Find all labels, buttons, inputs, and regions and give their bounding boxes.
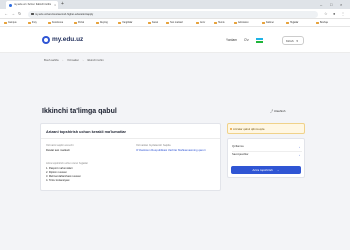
address-bar-row: ← → ↻ my.edu.uz/services/second-higher-e… — [0, 9, 350, 19]
bookmark-item[interactable]: Kanal — [148, 19, 158, 27]
card-title: Arizani topshirish uchun kerakli ma'lumo… — [46, 130, 127, 134]
bookmark-item[interactable]: Portal — [74, 19, 84, 27]
browser-tab-strip: my.edu.uz / Ariza / Ikkinchi ta'lim × + … — [0, 0, 350, 9]
bookmark-item[interactable]: Kabinet — [262, 19, 274, 27]
submit-application-button[interactable]: Ariza topshirish → — [231, 166, 301, 174]
back-icon[interactable]: ← — [4, 10, 8, 18]
bookmark-item[interactable]: Arxiv — [196, 19, 205, 27]
breadcrumb-item[interactable]: Bosh sahifa — [44, 57, 59, 63]
share-icon: ⤴ — [270, 109, 274, 113]
forward-icon[interactable]: → — [11, 10, 15, 18]
site-favicon-icon — [9, 3, 12, 7]
url-text: my.edu.uz/services/second-higher-educati… — [35, 12, 94, 16]
chevron-down-icon: ▾ — [296, 39, 298, 43]
breadcrumb-item[interactable]: Xizmatlar — [67, 57, 79, 63]
bookmark-item[interactable]: Hujjatlar — [286, 19, 298, 27]
side-divider — [232, 151, 302, 152]
bookmark-item[interactable]: Campus — [4, 19, 17, 27]
bookmark-item[interactable]: Test markazi — [166, 19, 183, 27]
share-button[interactable]: ⤴ Ulashish — [270, 108, 285, 114]
card-divider — [41, 138, 220, 139]
page-title: Ikkinchi ta'limga qabul — [42, 108, 117, 115]
status-badge: Arizalar qabul qilinmoqda — [227, 123, 305, 134]
bookmark-item[interactable]: Kutubxona — [48, 19, 63, 27]
status-text: Arizalar qabul qilinmoqda — [233, 127, 265, 131]
url-input[interactable]: my.edu.uz/services/second-higher-educati… — [28, 10, 318, 18]
chevron-right-icon: › — [299, 153, 300, 157]
info-card: Arizani topshirish uchun kerakli ma'lumo… — [40, 123, 221, 191]
requirement-item: 4. To'lov kvitansiyasi — [46, 179, 70, 182]
bookmark-item[interactable]: Ilmiy — [28, 19, 37, 27]
side-link[interactable]: Qo'llanma — [232, 145, 244, 149]
close-window-icon[interactable]: × — [340, 1, 342, 8]
requirements-title: Ariza topshirish uchun zarur hujjatlar — [46, 162, 88, 165]
breadcrumb-separator-icon: › — [82, 58, 84, 62]
field-value: Davlat test markazi — [46, 148, 70, 152]
bookmark-item[interactable]: Reyting — [96, 19, 108, 27]
bookmark-item[interactable]: Boshqa — [316, 19, 328, 27]
language-label[interactable]: O'z — [244, 37, 249, 43]
browser-tab[interactable]: my.edu.uz / Ariza / Ikkinchi ta'lim × — [6, 1, 58, 9]
new-tab-icon[interactable]: + — [61, 1, 64, 8]
maximize-icon[interactable]: □ — [330, 1, 332, 8]
share-label: Ulashish — [273, 109, 286, 113]
login-button-label: Kirish — [286, 39, 294, 43]
submit-button-label: Ariza topshirish — [252, 168, 273, 172]
logo-icon[interactable] — [42, 36, 50, 44]
side-link[interactable]: Savol-javoblar — [232, 153, 248, 157]
profile-icon[interactable]: ● — [333, 10, 335, 18]
breadcrumb-item-current: Ikkinchi ta'lim — [87, 58, 104, 62]
chevron-right-icon: › — [299, 145, 300, 149]
bookmark-item[interactable]: Admission — [234, 19, 249, 27]
bookmarks-bar: Campus Ilmiy Kutubxona Portal Reyting Ya… — [0, 19, 350, 27]
arrow-right-icon: → — [276, 168, 280, 172]
help-link[interactable]: Yordam — [226, 37, 237, 43]
site-header: my.edu.uz Yordam O'z Kirish ▾ — [0, 27, 350, 53]
reload-icon[interactable]: ↻ — [18, 10, 21, 18]
bookmark-item[interactable]: Hemis — [214, 19, 225, 27]
login-button[interactable]: Kirish ▾ — [282, 36, 304, 45]
breadcrumb-separator-icon: › — [62, 58, 64, 62]
uzbekistan-flag-icon[interactable] — [256, 38, 263, 43]
tab-title: my.edu.uz / Ariza / Ikkinchi ta'lim — [14, 3, 52, 6]
close-tab-icon[interactable]: × — [54, 1, 56, 9]
menu-icon[interactable]: ⋮ — [341, 10, 345, 18]
bookmark-item[interactable]: Yangiliklar — [118, 19, 132, 27]
field-link[interactable]: O'zbekiston Respublikasi Vazirlar Mahkam… — [136, 148, 206, 153]
logo-text[interactable]: my.edu.uz — [52, 36, 83, 44]
star-icon[interactable]: ☆ — [324, 10, 328, 18]
status-dot-icon — [229, 128, 232, 131]
breadcrumb: Bosh sahifa › Xizmatlar › Ikkinchi ta'li… — [44, 57, 104, 63]
lock-icon — [31, 12, 34, 15]
minimize-icon[interactable]: – — [320, 1, 322, 8]
